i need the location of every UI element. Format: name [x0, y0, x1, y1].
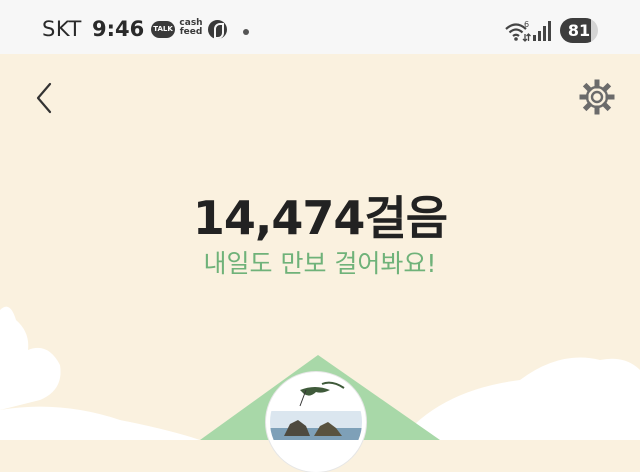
cloud-left — [0, 306, 61, 410]
status-bar: SKT 9:46 TALK cash feed 6 81 — [0, 0, 640, 54]
battery-percent: 81 — [567, 21, 591, 40]
wifi-6-label: 6 — [524, 21, 529, 29]
step-count: 14,474걸음 — [192, 191, 448, 245]
battery-indicator: 81 — [560, 18, 598, 43]
rock-island-photo — [270, 376, 362, 468]
scenery-photo-thumbnail[interactable] — [266, 372, 366, 472]
encouragement-message: 내일도 만보 걸어봐요! — [203, 249, 437, 278]
more-notifications-dot-icon — [243, 29, 249, 35]
carrier-label: SKT — [42, 17, 82, 41]
cashfeed-line2: feed — [179, 27, 203, 37]
gear-icon — [579, 79, 615, 115]
s-app-icon — [208, 20, 227, 39]
back-button[interactable] — [30, 80, 60, 116]
wifi-icon: 6 — [505, 21, 531, 42]
clock-time: 9:46 — [92, 17, 145, 41]
cloud-right — [400, 357, 640, 440]
cell-signal-icon — [533, 21, 551, 41]
cashfeed-icon: cash feed — [178, 19, 204, 37]
chevron-left-icon — [36, 82, 52, 114]
settings-button[interactable] — [578, 78, 616, 116]
kakaotalk-icon: TALK — [151, 21, 175, 38]
cloud-bottom-left — [0, 406, 200, 440]
